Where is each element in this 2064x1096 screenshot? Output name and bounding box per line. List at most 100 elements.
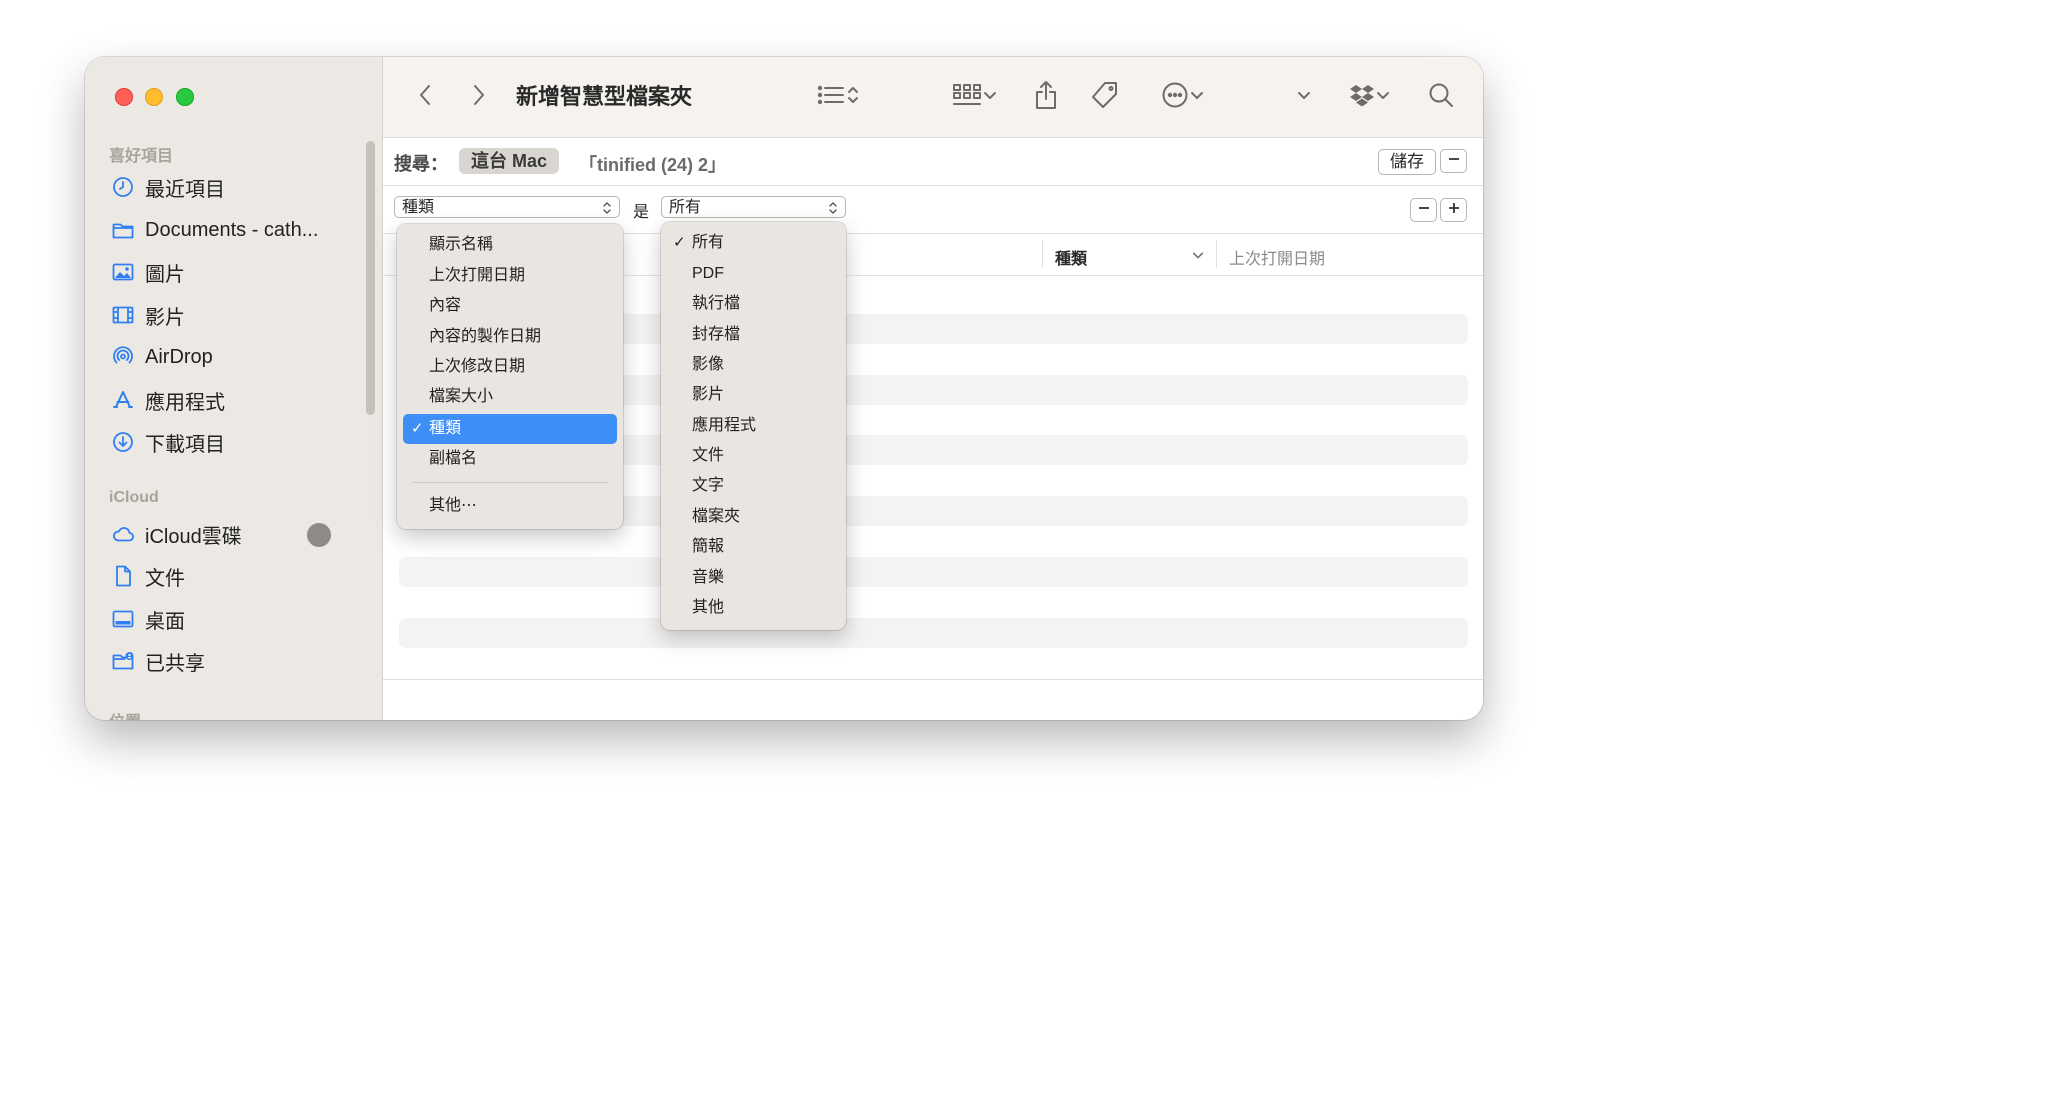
minimize-button[interactable] [145,88,163,106]
menu-item[interactable]: 執行檔 [667,289,840,319]
cloud-icon [111,522,135,546]
checkmark-icon: ✓ [673,234,686,251]
toolbar-overflow-button[interactable] [1294,87,1314,107]
scope-this-mac[interactable]: 這台 Mac [459,148,560,174]
sidebar-item-label: iCloud雲碟 [145,525,242,548]
locations-header: 位置 [109,708,141,720]
menu-item[interactable]: 音樂 [667,563,840,593]
operator-label: 是 [633,204,650,221]
sidebar-item-movies[interactable]: 影片 [111,298,185,332]
menu-separator [412,482,608,483]
sidebar-item-label: 下載項目 [145,433,225,456]
group-button[interactable] [946,83,1004,111]
view-options-button[interactable] [811,83,867,111]
status-divider [383,679,1483,680]
menu-item[interactable]: 影像 [667,350,840,380]
sidebar-item-recents[interactable]: 最近項目 [111,170,225,204]
column-divider[interactable] [1042,240,1043,268]
plus-icon [1447,201,1461,220]
menu-item[interactable]: 簡報 [667,532,840,562]
sidebar-item-downloads[interactable]: 下載項目 [111,425,225,459]
menu-item[interactable]: 副檔名 [403,444,617,474]
close-button[interactable] [115,88,133,106]
sidebar: 喜好項目 最近項目 Documents - cath... 圖片 影片 AirD… [85,57,383,720]
add-criterion-button[interactable] [1440,198,1467,222]
menu-item[interactable]: 檔案大小 [403,382,617,412]
kind-popup[interactable]: 所有 [661,196,846,218]
minus-icon [1417,201,1431,220]
sidebar-item-label: 圖片 [145,263,185,286]
menu-item[interactable]: 上次修改日期 [403,352,617,382]
tags-button[interactable] [1090,81,1120,113]
actions-button[interactable] [1155,81,1211,114]
icloud-status-indicator[interactable] [307,523,331,547]
column-divider[interactable] [1216,240,1217,268]
sidebar-item-label: 應用程式 [145,391,225,414]
attribute-popup-value: 種類 [402,199,435,216]
sidebar-item-desktop[interactable]: 桌面 [111,602,185,636]
column-header-last-opened[interactable]: 上次打開日期 [1229,245,1325,269]
menu-item[interactable]: 文字 [667,471,840,501]
menu-item[interactable]: 影片 [667,380,840,410]
table-row [399,557,1468,587]
save-button[interactable]: 儲存 [1378,149,1436,175]
sidebar-item-label: 已共享 [145,652,205,675]
share-icon [1034,79,1058,116]
scope-folder[interactable]: 「tinified (24) 2」 [579,151,726,177]
forward-button[interactable] [467,81,491,113]
remove-search-button[interactable] [1440,149,1467,173]
clock-icon [111,175,135,199]
menu-item-checked[interactable]: ✓ 所有 [667,228,840,258]
sidebar-item-documents[interactable]: Documents - cath... [111,213,318,247]
sidebar-item-label: 桌面 [145,610,185,633]
film-icon [111,303,135,327]
dropbox-icon [1349,83,1375,112]
table-row [399,618,1468,648]
menu-item-selected[interactable]: ✓ 種類 [403,414,617,444]
chevron-down-icon[interactable] [1191,248,1205,267]
sidebar-item-shared[interactable]: 已共享 [111,644,205,678]
sidebar-item-label: 影片 [145,306,185,329]
menu-item[interactable]: 內容的製作日期 [403,322,617,352]
folder-icon [111,218,135,242]
sidebar-item-label: 文件 [145,567,185,590]
chevron-updown-icon [602,200,612,223]
document-icon [111,564,135,588]
share-button[interactable] [1032,79,1060,115]
search-button[interactable] [1426,81,1456,113]
sidebar-scrollbar[interactable] [366,141,375,415]
menu-item[interactable]: 檔案夾 [667,502,840,532]
applications-icon [111,388,135,412]
more-icon [1161,81,1189,114]
sidebar-item-documents-icloud[interactable]: 文件 [111,559,185,593]
menu-item[interactable]: 其他 [667,593,840,623]
chevron-updown-icon [845,83,861,112]
photo-icon [111,260,135,284]
back-button[interactable] [413,81,437,113]
column-header-kind[interactable]: 種類 [1055,245,1087,269]
chevron-left-icon [417,83,433,112]
menu-item[interactable]: 封存檔 [667,320,840,350]
menu-item-other[interactable]: 其他⋯ [403,491,617,521]
menu-item[interactable]: PDF [667,259,840,289]
sidebar-item-applications[interactable]: 應用程式 [111,383,225,417]
sidebar-item-pictures[interactable]: 圖片 [111,255,185,289]
sidebar-item-airdrop[interactable]: AirDrop [111,340,213,374]
search-icon [1427,81,1455,114]
remove-criterion-button[interactable] [1410,198,1437,222]
toolbar: 新增智慧型檔案夾 [383,57,1483,138]
sidebar-item-icloud-drive[interactable]: iCloud雲碟 [111,517,242,551]
sidebar-item-label: AirDrop [145,345,213,368]
grid-icon [952,82,982,113]
checkmark-icon: ✓ [411,420,424,437]
menu-item[interactable]: 內容 [403,291,617,321]
menu-item[interactable]: 顯示名稱 [403,230,617,260]
menu-item[interactable]: 文件 [667,441,840,471]
zoom-button[interactable] [176,88,194,106]
favorites-header: 喜好項目 [109,148,174,165]
dropbox-button[interactable] [1345,83,1395,111]
chevron-updown-icon [828,200,838,223]
menu-item[interactable]: 上次打開日期 [403,261,617,291]
menu-item[interactable]: 應用程式 [667,411,840,441]
attribute-popup[interactable]: 種類 [394,196,620,218]
